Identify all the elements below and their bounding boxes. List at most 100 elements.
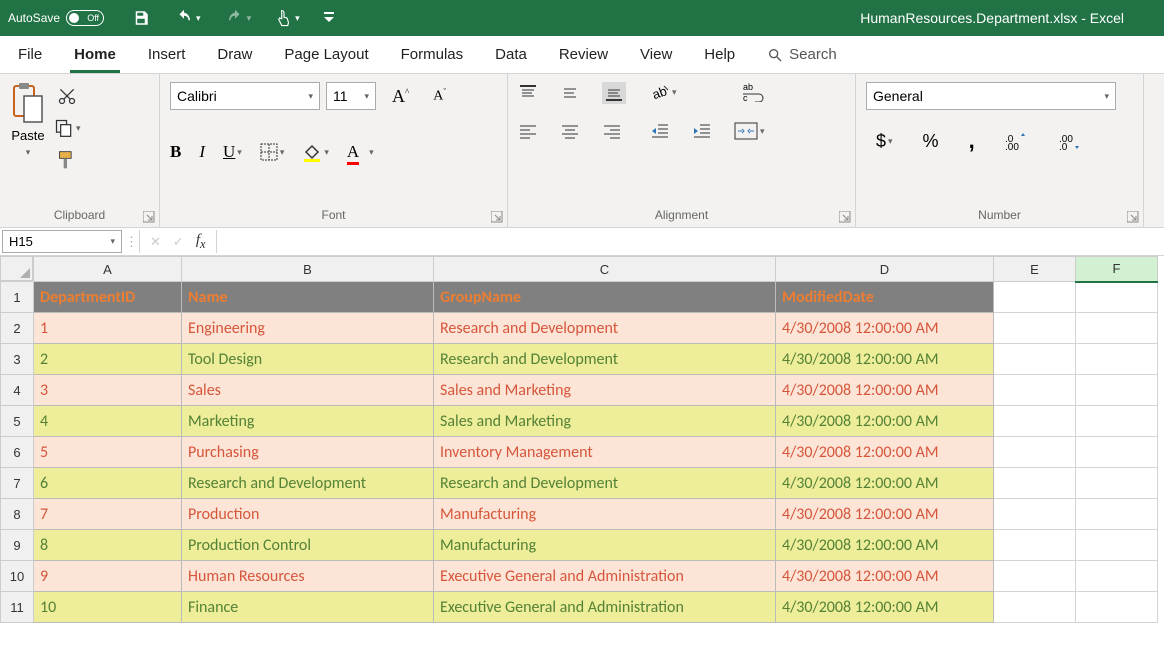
touch-mode-icon[interactable]: ▾: [275, 8, 300, 28]
cell[interactable]: [994, 437, 1076, 468]
header-cell[interactable]: Name: [182, 282, 434, 313]
decrease-indent-button[interactable]: [650, 123, 670, 139]
comma-format-button[interactable]: ,: [969, 128, 975, 154]
cut-button[interactable]: [54, 86, 81, 106]
tab-view[interactable]: View: [636, 38, 676, 73]
bold-button[interactable]: B: [170, 142, 181, 162]
cell[interactable]: 1: [34, 313, 182, 344]
cell[interactable]: Executive General and Administration: [434, 561, 776, 592]
autosave-toggle[interactable]: AutoSave Off: [8, 10, 104, 26]
cell[interactable]: [994, 499, 1076, 530]
number-dialog-launcher[interactable]: [1127, 211, 1139, 223]
tab-file[interactable]: File: [14, 38, 46, 73]
cell[interactable]: 10: [34, 592, 182, 623]
cell[interactable]: Research and Development: [434, 344, 776, 375]
undo-icon[interactable]: ▾: [174, 9, 201, 27]
cell[interactable]: 9: [34, 561, 182, 592]
cell[interactable]: 4/30/2008 12:00:00 AM: [776, 375, 994, 406]
cell[interactable]: 2: [34, 344, 182, 375]
cell[interactable]: [1076, 282, 1158, 313]
row-header-8[interactable]: 8: [1, 499, 34, 530]
tab-review[interactable]: Review: [555, 38, 612, 73]
cell[interactable]: Research and Development: [434, 313, 776, 344]
cell[interactable]: [1076, 592, 1158, 623]
tab-help[interactable]: Help: [700, 38, 739, 73]
format-painter-button[interactable]: [54, 150, 81, 170]
increase-indent-button[interactable]: [692, 123, 712, 139]
select-all-button[interactable]: [1, 257, 33, 281]
font-color-button[interactable]: A▾: [347, 142, 374, 162]
tab-search[interactable]: Search: [763, 38, 841, 73]
wrap-text-button[interactable]: abc: [741, 82, 765, 102]
borders-button[interactable]: ▾: [260, 143, 285, 161]
cell[interactable]: [1076, 561, 1158, 592]
cell[interactable]: Sales and Marketing: [434, 406, 776, 437]
row-header-5[interactable]: 5: [1, 406, 34, 437]
cell[interactable]: Manufacturing: [434, 499, 776, 530]
cell[interactable]: [994, 344, 1076, 375]
redo-icon[interactable]: ▾: [225, 9, 252, 27]
copy-button[interactable]: ▾: [54, 118, 81, 138]
cell[interactable]: 3: [34, 375, 182, 406]
cell[interactable]: Finance: [182, 592, 434, 623]
tab-home[interactable]: Home: [70, 38, 120, 73]
cell[interactable]: 4/30/2008 12:00:00 AM: [776, 468, 994, 499]
cell[interactable]: Sales and Marketing: [434, 375, 776, 406]
align-left-button[interactable]: [518, 124, 538, 140]
cell[interactable]: 4/30/2008 12:00:00 AM: [776, 344, 994, 375]
cell[interactable]: [1076, 344, 1158, 375]
cell[interactable]: 7: [34, 499, 182, 530]
font-dialog-launcher[interactable]: [491, 211, 503, 223]
cell[interactable]: Engineering: [182, 313, 434, 344]
cell[interactable]: [994, 530, 1076, 561]
align-center-button[interactable]: [560, 124, 580, 140]
cell[interactable]: Sales: [182, 375, 434, 406]
tab-page-layout[interactable]: Page Layout: [280, 38, 372, 73]
cell[interactable]: 5: [34, 437, 182, 468]
cell[interactable]: 4/30/2008 12:00:00 AM: [776, 499, 994, 530]
cell[interactable]: [994, 592, 1076, 623]
align-top-button[interactable]: [518, 84, 538, 102]
increase-decimal-button[interactable]: .0.00: [1005, 132, 1029, 150]
worksheet-grid[interactable]: ABCDEF1DepartmentIDNameGroupNameModified…: [0, 256, 1164, 623]
row-header-7[interactable]: 7: [1, 468, 34, 499]
row-header-11[interactable]: 11: [1, 592, 34, 623]
header-cell[interactable]: GroupName: [434, 282, 776, 313]
row-header-2[interactable]: 2: [1, 313, 34, 344]
underline-button[interactable]: U▾: [223, 142, 242, 162]
font-name-select[interactable]: Calibri▾: [170, 82, 320, 110]
cell[interactable]: [994, 561, 1076, 592]
col-header-A[interactable]: A: [34, 257, 182, 282]
header-cell[interactable]: ModifiedDate: [776, 282, 994, 313]
cell[interactable]: Marketing: [182, 406, 434, 437]
align-right-button[interactable]: [602, 124, 622, 140]
cell[interactable]: [994, 313, 1076, 344]
fx-button[interactable]: fx: [196, 232, 206, 252]
decrease-decimal-button[interactable]: .00.0: [1059, 132, 1083, 150]
cell[interactable]: 4/30/2008 12:00:00 AM: [776, 437, 994, 468]
cell[interactable]: 4/30/2008 12:00:00 AM: [776, 313, 994, 344]
cell[interactable]: 4/30/2008 12:00:00 AM: [776, 561, 994, 592]
italic-button[interactable]: I: [199, 142, 205, 162]
cell[interactable]: Manufacturing: [434, 530, 776, 561]
cell[interactable]: Production Control: [182, 530, 434, 561]
cell[interactable]: Inventory Management: [434, 437, 776, 468]
fill-color-button[interactable]: ▾: [302, 142, 329, 162]
cell[interactable]: 4: [34, 406, 182, 437]
col-header-D[interactable]: D: [776, 257, 994, 282]
customize-qat-icon[interactable]: [324, 12, 334, 24]
number-format-select[interactable]: General▾: [866, 82, 1116, 110]
cell[interactable]: Human Resources: [182, 561, 434, 592]
cell[interactable]: Research and Development: [182, 468, 434, 499]
merge-center-button[interactable]: ▾: [734, 122, 765, 140]
col-header-E[interactable]: E: [994, 257, 1076, 282]
align-bottom-button[interactable]: [602, 82, 626, 104]
cell[interactable]: Research and Development: [434, 468, 776, 499]
increase-font-button[interactable]: A^: [392, 86, 409, 107]
cell[interactable]: [1076, 375, 1158, 406]
row-header-4[interactable]: 4: [1, 375, 34, 406]
cell[interactable]: [994, 468, 1076, 499]
name-box-expand[interactable]: ⋮: [124, 230, 140, 253]
cell[interactable]: [994, 282, 1076, 313]
cell[interactable]: 4/30/2008 12:00:00 AM: [776, 406, 994, 437]
